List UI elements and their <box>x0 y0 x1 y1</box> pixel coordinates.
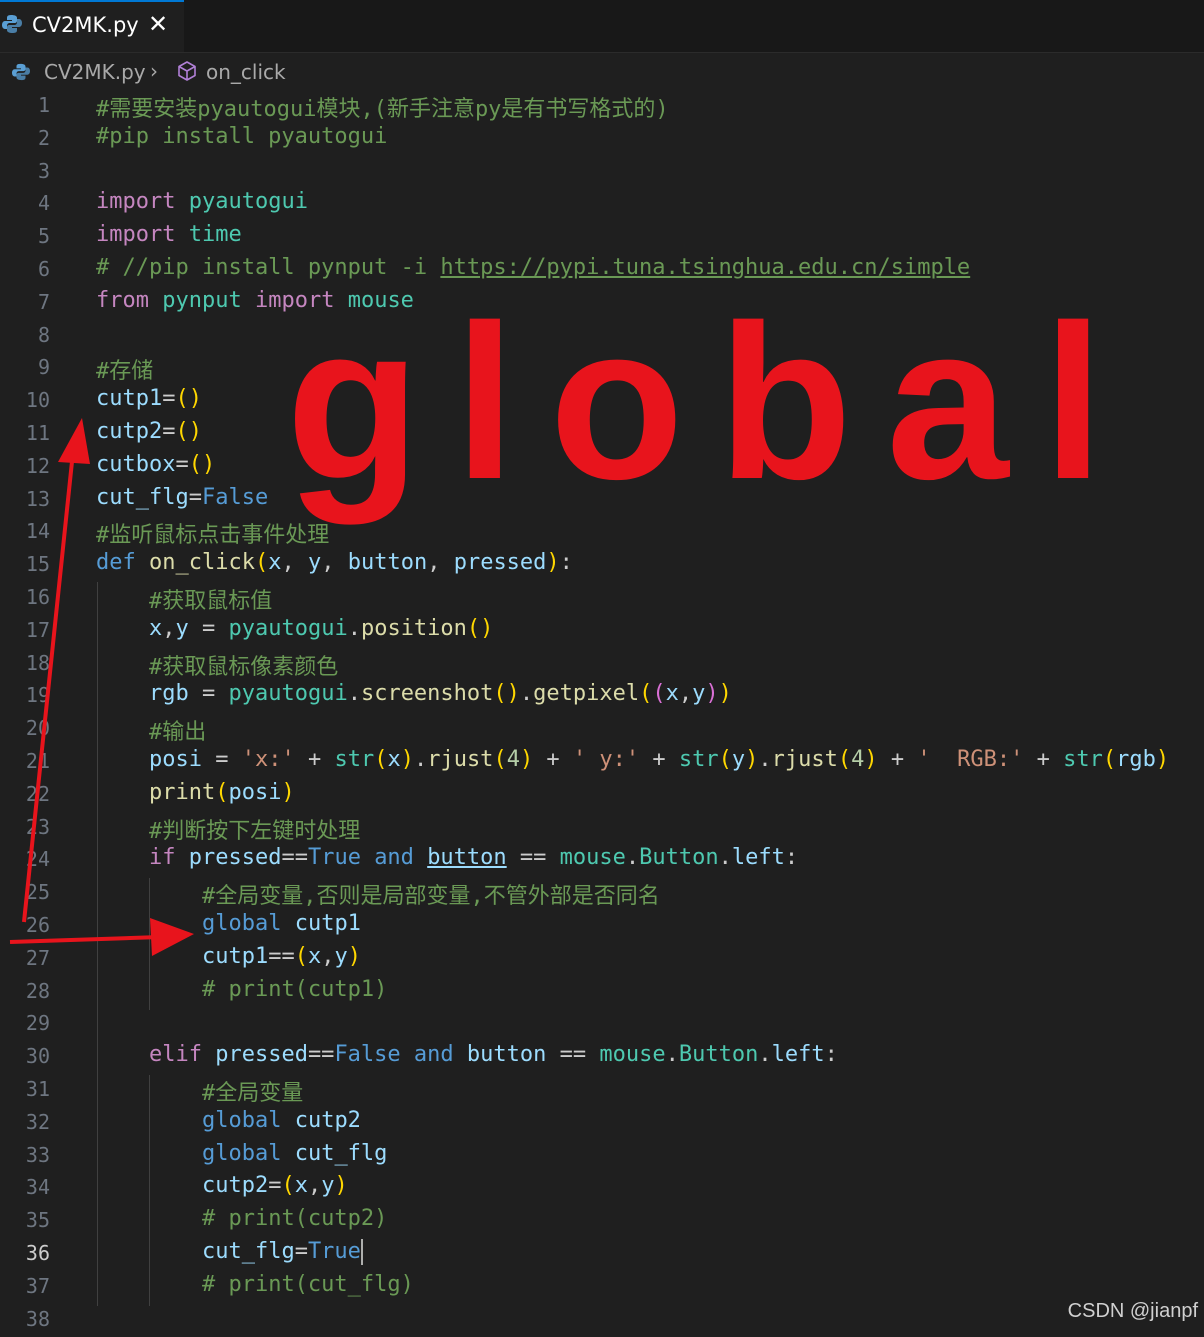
arrow-right-head <box>150 918 194 956</box>
arrow-up-head <box>58 418 90 464</box>
annotation-arrows <box>9 418 194 956</box>
arrow-up-line <box>22 451 75 923</box>
arrow-right-line <box>9 935 161 944</box>
watermark: CSDN @jianpf <box>1067 1300 1198 1322</box>
